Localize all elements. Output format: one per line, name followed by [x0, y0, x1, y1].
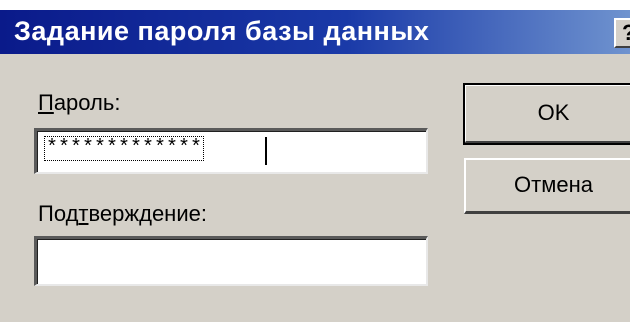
confirm-label-after: верждение:	[88, 201, 207, 226]
titlebar-top-strip	[0, 0, 630, 10]
password-label-mnemonic: П	[38, 90, 54, 115]
dialog-title: Задание пароля базы данных	[14, 16, 430, 46]
help-icon: ?	[622, 20, 630, 45]
text-caret	[265, 137, 267, 165]
password-value: *************	[43, 136, 205, 161]
ok-button[interactable]: OK	[463, 83, 630, 145]
confirm-label: Подтверждение:	[38, 201, 207, 227]
titlebar[interactable]: Задание пароля базы данных ?	[0, 10, 630, 54]
password-label-rest: ароль:	[53, 90, 121, 115]
cancel-button[interactable]: Отмена	[464, 158, 630, 214]
password-label: Пароль:	[38, 90, 120, 116]
password-field[interactable]: *************	[34, 128, 428, 174]
set-database-password-dialog: Задание пароля базы данных ? Пароль: ***…	[0, 0, 630, 322]
confirm-label-before: Под	[38, 201, 79, 226]
confirm-field[interactable]	[34, 236, 428, 286]
help-button[interactable]: ?	[614, 18, 630, 48]
confirm-label-mnemonic: т	[78, 201, 89, 226]
